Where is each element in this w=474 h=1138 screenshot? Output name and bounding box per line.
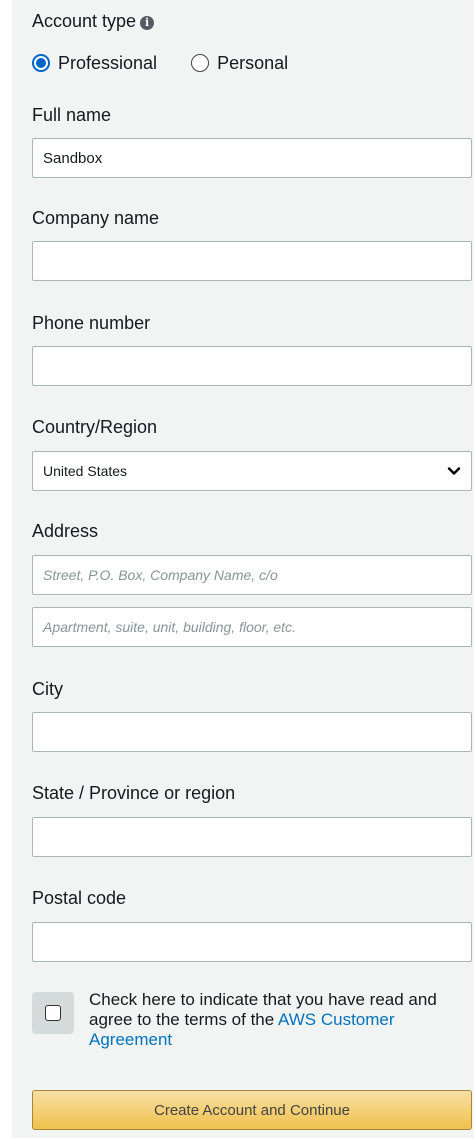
city-input[interactable] [32,712,472,752]
account-type-radio-group: Professional Personal [32,52,288,74]
state-label: State / Province or region [32,783,236,803]
postal-code-label: Postal code [32,888,127,908]
address-line1-input[interactable]: Street, P.O. Box, Company Name, c/o [32,555,472,595]
postal-code-input[interactable] [32,922,472,962]
agreement-row: Check here to indicate that you have rea… [32,990,474,1050]
phone-number-input[interactable] [32,346,472,386]
radio-professional-control[interactable] [32,54,50,72]
city-label: City [32,679,63,699]
agreement-text: Check here to indicate that you have rea… [89,990,474,1050]
country-region-select[interactable]: United States [32,451,472,491]
create-account-button[interactable]: Create Account and Continue [32,1090,472,1130]
address-label: Address [32,521,99,541]
radio-personal-control[interactable] [191,54,210,72]
radio-professional-label[interactable]: Professional [58,52,157,74]
address-line2-input[interactable]: Apartment, suite, unit, building, floor,… [32,607,472,647]
full-name-input[interactable]: Sandbox [32,138,472,178]
agreement-checkbox[interactable] [45,1005,61,1021]
account-type-label-text: Account type [32,11,137,31]
phone-number-label: Phone number [32,313,151,333]
company-name-input[interactable] [32,241,472,281]
radio-professional[interactable]: Professional [32,52,157,74]
account-type-label: Account type i [32,10,155,32]
company-name-label: Company name [32,208,160,228]
agreement-checkbox-wrap[interactable] [32,992,74,1034]
radio-personal-label[interactable]: Personal [217,52,288,74]
state-input[interactable] [32,817,472,857]
full-name-label: Full name [32,105,112,125]
country-region-label: Country/Region [32,417,158,437]
info-circle-icon[interactable]: i [140,16,155,30]
chevron-down-icon [447,467,461,475]
country-selected-value: United States [43,463,128,479]
radio-personal[interactable]: Personal [191,52,288,74]
